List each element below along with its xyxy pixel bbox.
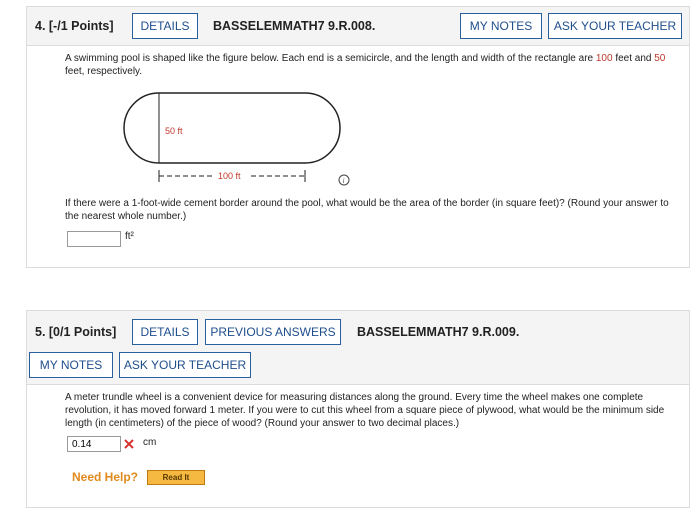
pool-outline	[123, 92, 341, 164]
length-value: 100	[595, 53, 613, 64]
question-number: 4. [-/1 Points]	[35, 19, 114, 33]
question-5-header: 5. [0/1 Points] DETAILS PREVIOUS ANSWERS…	[27, 311, 689, 385]
pool-diagram: 50 ft 100 ft	[123, 92, 341, 182]
my-notes-button[interactable]: MY NOTES	[29, 352, 113, 378]
question-text: A meter trundle wheel is a convenient de…	[65, 392, 665, 429]
length-label: 100 ft	[218, 171, 241, 181]
read-it-button[interactable]: Read It	[147, 470, 205, 485]
answer-unit: cm	[143, 437, 157, 448]
question-5: 5. [0/1 Points] DETAILS PREVIOUS ANSWERS…	[26, 310, 690, 508]
question-number: 5. [0/1 Points]	[35, 325, 117, 339]
svg-text:i: i	[343, 177, 345, 185]
problem-statement: A swimming pool is shaped like the figur…	[65, 53, 666, 77]
question-text: If there were a 1-foot-wide cement borde…	[65, 198, 669, 222]
width-value: 50	[654, 53, 666, 64]
answer-unit: ft²	[125, 231, 134, 242]
question-4: 4. [-/1 Points] DETAILS BASSELEMMATH7 9.…	[26, 6, 690, 268]
question-code: BASSELEMMATH7 9.R.009.	[357, 325, 520, 339]
side-length-answer-input[interactable]	[67, 436, 121, 452]
width-label: 50 ft	[165, 126, 183, 136]
question-code: BASSELEMMATH7 9.R.008.	[213, 19, 376, 33]
need-help-label: Need Help?	[72, 470, 139, 484]
question-4-header: 4. [-/1 Points] DETAILS BASSELEMMATH7 9.…	[27, 7, 689, 46]
ask-your-teacher-button[interactable]: ASK YOUR TEACHER	[548, 13, 682, 39]
ask-your-teacher-button[interactable]: ASK YOUR TEACHER	[119, 352, 251, 378]
info-icon[interactable]: i	[338, 174, 350, 186]
my-notes-button[interactable]: MY NOTES	[460, 13, 542, 39]
details-button[interactable]: DETAILS	[132, 13, 198, 39]
area-answer-input[interactable]	[67, 231, 121, 247]
previous-answers-button[interactable]: PREVIOUS ANSWERS	[205, 319, 341, 345]
details-button[interactable]: DETAILS	[132, 319, 198, 345]
incorrect-icon	[124, 439, 134, 449]
